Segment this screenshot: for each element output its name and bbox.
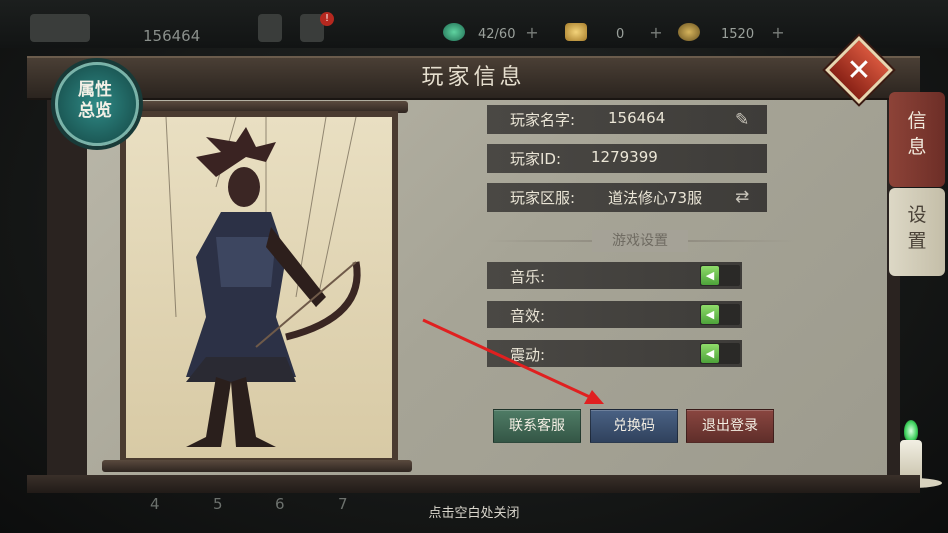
player-server-label: 玩家区服: [510,189,576,207]
notice-badge: ! [320,12,334,26]
music-setting-row: 音乐: ◀ [487,262,742,289]
vibration-setting-row: 震动: ◀ [487,340,742,367]
sound-effects-label: 音效: [510,307,546,325]
game-settings-title: 游戏设置 [592,230,688,252]
speaker-icon: ◀ [701,266,719,285]
redeem-code-button[interactable]: 兑换码 [590,409,678,443]
sound-effects-toggle[interactable]: ◀ [700,304,740,325]
player-name-label: 玩家名字: [510,111,576,129]
coin-plus-icon[interactable]: + [770,25,786,41]
player-name-value: 156464 [608,109,666,127]
vibration-toggle[interactable]: ◀ [700,343,740,364]
tab-settings[interactable]: 设 置 [889,188,945,276]
character-portrait [120,111,398,464]
avatar[interactable] [30,14,90,42]
energy-plus-icon[interactable]: + [524,25,540,41]
top-player-id: 156464 [143,27,201,45]
scroll-rod-bottom [102,460,412,472]
sound-effects-setting-row: 音效: ◀ [487,301,742,328]
close-icon[interactable]: ✕ [840,52,878,90]
music-label: 音乐: [510,268,546,286]
player-id-label: 玩家ID: [510,150,562,168]
bag-icon[interactable] [258,14,282,42]
speaker-icon: ◀ [701,305,719,324]
gold-plus-icon[interactable]: + [648,25,664,41]
vibration-label: 震动: [510,346,546,364]
player-id-value: 1279399 [591,148,658,166]
player-id-row: 玩家ID: 1279399 [487,144,767,173]
edit-icon[interactable]: ✎ [735,110,749,130]
attribute-overview-label: 属性 总览 [78,80,112,121]
top-bar: 156464 ! 42/60 + 0 + 1520 + [0,0,948,48]
energy-icon [443,23,465,41]
archer-silhouette [165,116,361,447]
panel-footer [27,475,920,493]
music-toggle[interactable]: ◀ [700,265,740,286]
contact-support-button[interactable]: 联系客服 [493,409,581,443]
switch-server-icon[interactable]: ⇄ [735,187,749,207]
gold-ingot-icon [565,23,587,41]
gold-value: 0 [616,27,625,42]
coin-value: 1520 [721,27,755,42]
player-server-row: 玩家区服: 道法修心73服 ⇄ [487,183,767,212]
energy-value: 42/60 [478,27,516,42]
player-server-value: 道法修心73服 [608,189,703,207]
page-title: 玩家信息 [421,65,526,90]
speaker-icon: ◀ [701,344,719,363]
close-hint: 点击空白处关闭 [428,506,520,521]
player-name-row: 玩家名字: 156464 ✎ [487,105,767,134]
tab-info[interactable]: 信 息 [889,92,945,187]
coin-icon [678,23,700,41]
logout-button[interactable]: 退出登录 [686,409,774,443]
